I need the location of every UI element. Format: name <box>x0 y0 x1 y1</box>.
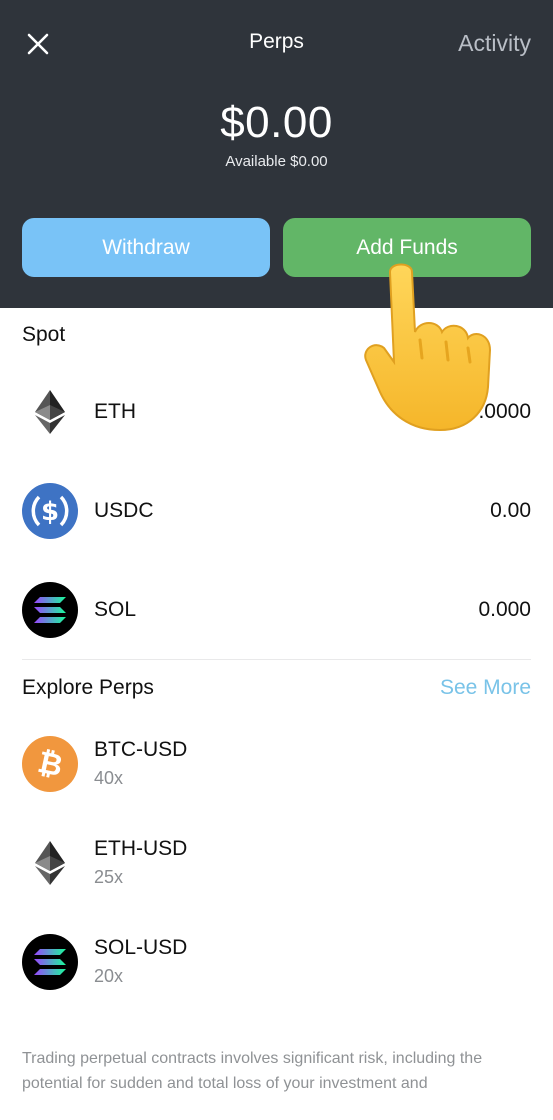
usdc-icon: $ <box>22 483 78 539</box>
btc-icon: ₿ <box>22 736 78 792</box>
eth-icon <box>22 384 78 440</box>
perp-pair: ETH-USD <box>94 837 188 860</box>
perp-row-eth[interactable]: ETH-USD 25x <box>0 823 553 903</box>
perp-row-btc[interactable]: ₿ BTC-USD 40x <box>0 724 553 804</box>
spot-symbol: USDC <box>94 499 154 522</box>
eth-icon <box>22 835 78 891</box>
activity-link[interactable]: Activity <box>458 30 531 57</box>
perp-leverage: 20x <box>94 966 124 986</box>
svg-text:$: $ <box>41 497 59 527</box>
perp-leverage: 25x <box>94 867 124 887</box>
sol-icon <box>22 582 78 638</box>
sol-icon <box>22 934 78 990</box>
perp-row-sol[interactable]: SOL-USD 20x <box>0 922 553 1002</box>
spot-section-title: Spot <box>22 323 66 346</box>
perp-pair: SOL-USD <box>94 936 188 959</box>
withdraw-button[interactable]: Withdraw <box>22 218 270 277</box>
section-divider <box>22 659 531 660</box>
explore-section-title: Explore Perps <box>22 676 154 699</box>
spot-amount: 0.000 <box>478 598 531 621</box>
spot-symbol: ETH <box>94 400 136 423</box>
perp-leverage: 40x <box>94 768 124 788</box>
pointing-hand-icon <box>364 263 492 432</box>
see-more-link[interactable]: See More <box>440 676 531 700</box>
spot-symbol: SOL <box>94 598 137 621</box>
balance-value: $0.00 <box>220 98 333 147</box>
perp-pair: BTC-USD <box>94 738 188 761</box>
spot-row-sol[interactable]: SOL 0.000 <box>0 570 553 650</box>
spot-amount: 0.00 <box>490 499 531 522</box>
spot-row-usdc[interactable]: $ USDC 0.00 <box>0 471 553 551</box>
available-balance: Available $0.00 <box>225 153 328 170</box>
risk-disclaimer: Trading perpetual contracts involves sig… <box>22 1050 483 1092</box>
